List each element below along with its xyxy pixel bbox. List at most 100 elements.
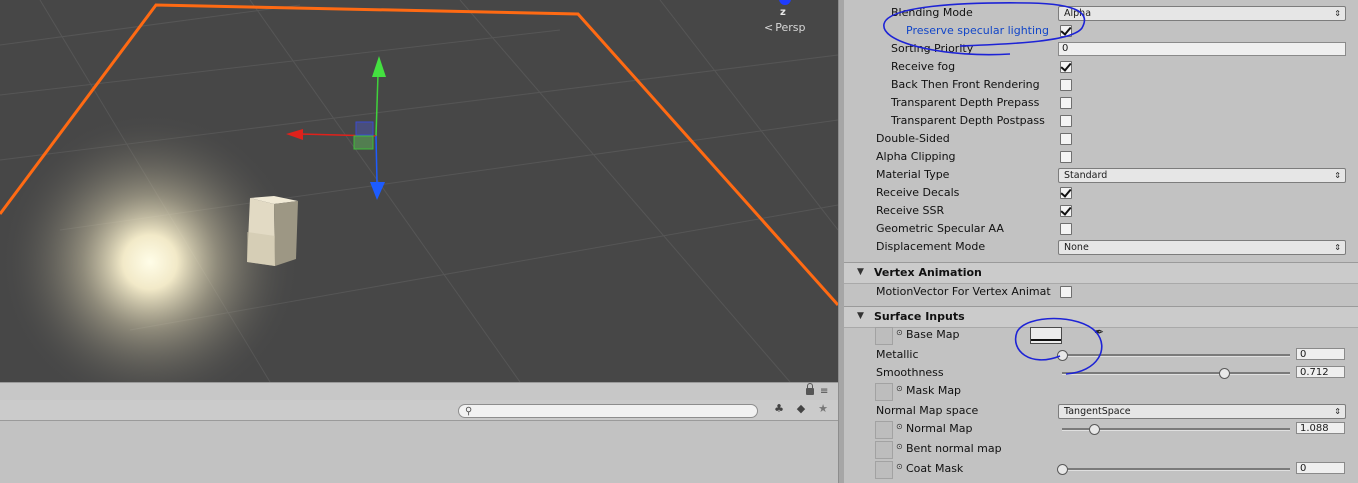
normal-map-space-row: Normal Map space TangentSpace ⇕: [844, 402, 1358, 420]
transparent-depth-prepass-label: Transparent Depth Prepass: [891, 96, 1040, 109]
motion-vector-row: MotionVector For Vertex Animat: [844, 283, 1358, 301]
target-icon[interactable]: ⊙: [896, 462, 903, 471]
displacement-mode-dropdown[interactable]: None ⇕: [1058, 240, 1346, 255]
blending-mode-dropdown[interactable]: Alpha ⇕: [1058, 6, 1346, 21]
material-inspector: Blending Mode Alpha ⇕ Preserve specular lig…: [844, 0, 1358, 483]
dropdown-arrows-icon: ⇕: [1334, 407, 1341, 416]
search-input[interactable]: ⚲: [458, 404, 758, 418]
scene-view[interactable]: z < Persp: [0, 0, 838, 382]
transparent-depth-postpass-row: Transparent Depth Postpass: [844, 112, 1358, 130]
normal-map-texture-slot[interactable]: [875, 421, 893, 439]
project-panel: [0, 421, 838, 483]
mask-map-texture-slot[interactable]: [875, 383, 893, 401]
target-icon[interactable]: ⊙: [896, 442, 903, 451]
eyedropper-icon[interactable]: ✒: [1094, 325, 1104, 339]
motion-vector-checkbox[interactable]: [1060, 286, 1072, 298]
alpha-clipping-checkbox[interactable]: [1060, 151, 1072, 163]
smoothness-label: Smoothness: [876, 366, 944, 379]
normal-map-slider-thumb[interactable]: [1088, 424, 1100, 435]
target-icon[interactable]: ⊙: [896, 328, 903, 337]
displacement-mode-label: Displacement Mode: [876, 240, 986, 253]
base-map-label: Base Map: [906, 328, 960, 341]
coat-mask-row: ⊙ Coat Mask 0: [844, 460, 1358, 479]
dropdown-arrows-icon: ⇕: [1334, 243, 1341, 252]
normal-map-space-label: Normal Map space: [876, 404, 979, 417]
smoothness-slider-track[interactable]: [1062, 372, 1290, 375]
receive-ssr-checkbox[interactable]: [1060, 205, 1072, 217]
receive-decals-checkbox[interactable]: [1060, 187, 1072, 199]
normal-map-row: ⊙ Normal Map 1.088: [844, 420, 1358, 439]
metallic-slider-thumb[interactable]: [1057, 350, 1068, 361]
normal-map-space-dropdown[interactable]: TangentSpace ⇕: [1058, 404, 1346, 419]
back-then-front-rendering-label: Back Then Front Rendering: [891, 78, 1040, 91]
alpha-clipping-row: Alpha Clipping: [844, 148, 1358, 166]
sorting-priority-label: Sorting Priority: [891, 42, 974, 55]
metallic-slider-track[interactable]: [1062, 354, 1290, 357]
bent-normal-map-label: Bent normal map: [906, 442, 1002, 455]
geometric-specular-aa-label: Geometric Specular AA: [876, 222, 1004, 235]
back-then-front-rendering-row: Back Then Front Rendering: [844, 76, 1358, 94]
scene-view-status-bar: [0, 382, 838, 401]
smoothness-row: Smoothness 0.712: [844, 364, 1358, 382]
smoothness-value-field[interactable]: 0.712: [1296, 366, 1345, 378]
vertex-animation-header[interactable]: ▼ Vertex Animation: [844, 262, 1358, 284]
receive-fog-checkbox[interactable]: [1060, 61, 1072, 73]
displacement-mode-row: Displacement Mode None ⇕: [844, 238, 1358, 256]
foldout-arrow-icon[interactable]: ▼: [857, 267, 864, 277]
transparent-depth-postpass-checkbox[interactable]: [1060, 115, 1072, 127]
mask-map-row: ⊙ Mask Map: [844, 382, 1358, 401]
transparent-depth-prepass-row: Transparent Depth Prepass: [844, 94, 1358, 112]
material-type-label: Material Type: [876, 168, 950, 181]
coat-mask-slider-track[interactable]: [1062, 468, 1290, 471]
metallic-label: Metallic: [876, 348, 919, 361]
coat-mask-slider-thumb[interactable]: [1057, 464, 1068, 475]
bent-normal-map-row: ⊙ Bent normal map: [844, 440, 1358, 459]
dropdown-arrows-icon: ⇕: [1334, 9, 1341, 18]
transparent-depth-postpass-label: Transparent Depth Postpass: [891, 114, 1045, 127]
search-icon: ⚲: [465, 406, 473, 417]
target-icon[interactable]: ⊙: [896, 422, 903, 431]
base-map-texture-slot[interactable]: [875, 327, 893, 345]
receive-decals-row: Receive Decals: [844, 184, 1358, 202]
double-sided-checkbox[interactable]: [1060, 133, 1072, 145]
blending-mode-row: Blending Mode Alpha ⇕: [844, 4, 1358, 22]
point-light-glow: [0, 0, 838, 382]
back-then-front-rendering-checkbox[interactable]: [1060, 79, 1072, 91]
label-icon[interactable]: ◆: [793, 402, 809, 416]
target-icon[interactable]: ⊙: [896, 384, 903, 393]
preserve-specular-lighting-row: Preserve specular lighting: [844, 22, 1358, 40]
smoothness-slider-thumb[interactable]: [1219, 368, 1231, 379]
coat-mask-label: Coat Mask: [906, 462, 964, 475]
perspective-toggle[interactable]: < Persp: [764, 21, 805, 34]
mask-map-label: Mask Map: [906, 384, 962, 397]
transparent-depth-prepass-checkbox[interactable]: [1060, 97, 1072, 109]
surface-inputs-title: Surface Inputs: [874, 310, 965, 323]
normal-map-space-value: TangentSpace: [1064, 406, 1131, 417]
foldout-arrow-icon[interactable]: ▼: [857, 311, 864, 321]
effects-icon[interactable]: ♣: [771, 402, 787, 416]
normal-map-label: Normal Map: [906, 422, 973, 435]
receive-decals-label: Receive Decals: [876, 186, 960, 199]
metallic-value-field[interactable]: 0: [1296, 348, 1345, 360]
normal-map-value-field[interactable]: 1.088: [1296, 422, 1345, 434]
lock-icon[interactable]: [806, 383, 814, 395]
coat-mask-texture-slot[interactable]: [875, 461, 893, 479]
bent-normal-texture-slot[interactable]: [875, 441, 893, 459]
sorting-priority-value: 0: [1062, 43, 1069, 54]
geometric-specular-aa-checkbox[interactable]: [1060, 223, 1072, 235]
cube-object[interactable]: [247, 196, 298, 266]
receive-fog-row: Receive fog: [844, 58, 1358, 76]
menu-icon[interactable]: ≡: [820, 387, 828, 397]
scene-canvas[interactable]: [0, 0, 838, 382]
motion-vector-label: MotionVector For Vertex Animat: [876, 285, 1051, 298]
receive-ssr-label: Receive SSR: [876, 204, 945, 217]
preserve-specular-lighting-checkbox[interactable]: [1060, 25, 1072, 37]
material-type-dropdown[interactable]: Standard ⇕: [1058, 168, 1346, 183]
geometric-specular-aa-row: Geometric Specular AA: [844, 220, 1358, 238]
alpha-clipping-label: Alpha Clipping: [876, 150, 956, 163]
sorting-priority-field[interactable]: 0: [1058, 42, 1346, 56]
receive-fog-label: Receive fog: [891, 60, 956, 73]
favorite-icon[interactable]: ★: [815, 402, 831, 416]
coat-mask-value-field[interactable]: 0: [1296, 462, 1345, 474]
base-color-swatch[interactable]: [1030, 327, 1062, 344]
